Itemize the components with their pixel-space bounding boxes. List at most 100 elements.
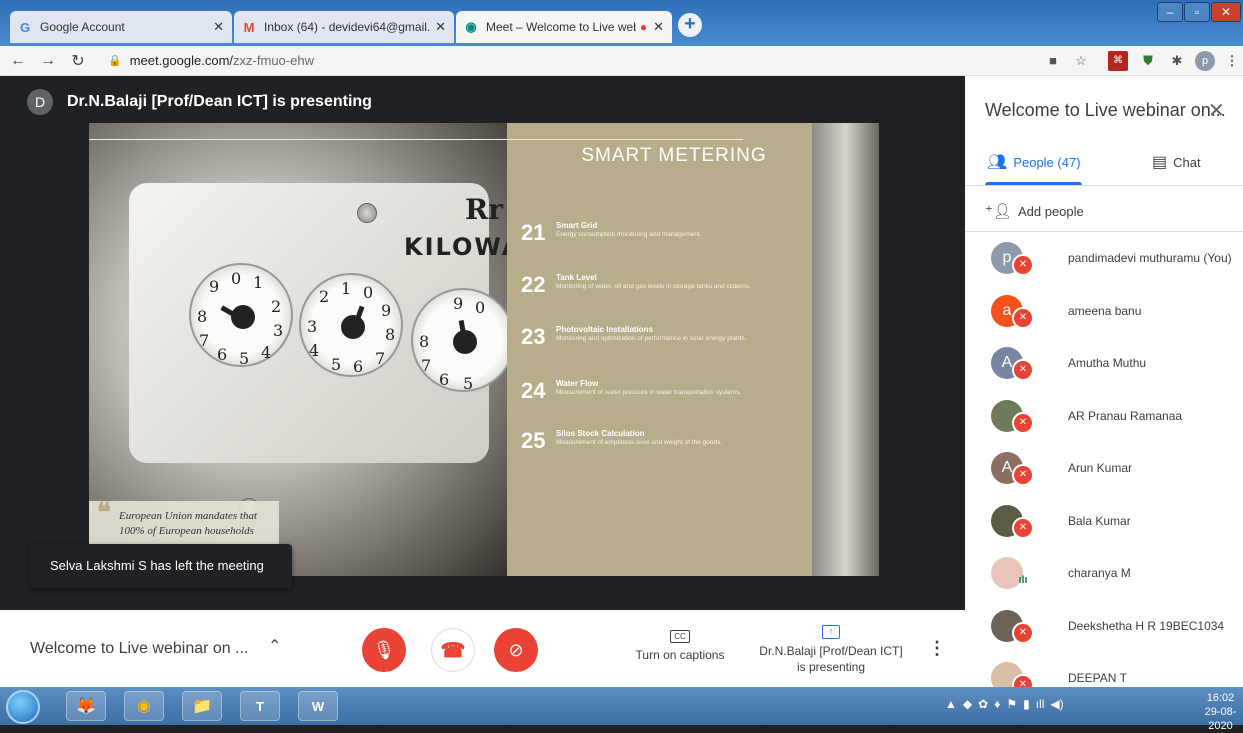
participant-row[interactable]: p ✕ pandimadevi muthuramu (You) bbox=[965, 234, 1243, 286]
participant-row[interactable]: A ✕ Amutha Muthu bbox=[965, 339, 1243, 391]
meet-icon: ◉ bbox=[465, 19, 477, 34]
slide-title: SMART METERING bbox=[581, 145, 767, 166]
participant-name: AR Pranau Ramanaa bbox=[1068, 408, 1183, 423]
participant-row[interactable]: ✕ Bala Kumar bbox=[965, 497, 1243, 549]
participant-row[interactable]: ✕ Deekshetha H R 19BEC1034 bbox=[965, 602, 1243, 654]
speaking-icon: ıIı bbox=[1018, 574, 1028, 586]
mic-off-icon: ✕ bbox=[1012, 516, 1034, 539]
quote-text: European Union mandates that 100% of Eur… bbox=[119, 510, 257, 537]
participant-name: Arun Kumar bbox=[1068, 461, 1133, 475]
tab-inbox[interactable]: M Inbox (64) - devidevi64@gmail.c ✕ bbox=[234, 11, 454, 43]
clock-time: 16:02 bbox=[1206, 692, 1235, 704]
word-taskbar-icon[interactable]: W bbox=[298, 691, 338, 721]
start-button[interactable] bbox=[6, 690, 40, 724]
menu-icon[interactable]: ⋮ bbox=[1222, 51, 1242, 71]
add-person-icon: ⁺👤︎ bbox=[985, 203, 1012, 220]
pdf-extension-icon[interactable]: ⌘ bbox=[1108, 51, 1128, 71]
close-tab-icon[interactable]: ✕ bbox=[653, 19, 664, 35]
participant-row[interactable]: ıIı charanya M bbox=[965, 549, 1243, 601]
firefox-taskbar-icon[interactable]: 🦊 bbox=[66, 691, 106, 721]
system-tray: ▲ ◆ ✿ ♦ ⚑ ▮ ıll ◀) bbox=[945, 697, 1064, 711]
close-tab-icon[interactable]: ✕ bbox=[213, 19, 224, 35]
tray-icon[interactable]: ⚑ bbox=[1006, 697, 1017, 711]
captions-button[interactable]: CC Turn on captions bbox=[630, 628, 730, 662]
network-icon[interactable]: ▮ bbox=[1023, 697, 1030, 711]
participant-name: Bala Kumar bbox=[1068, 513, 1131, 528]
profile-avatar[interactable]: p bbox=[1195, 51, 1215, 71]
participant-row[interactable]: ✕ DEEPAN T bbox=[965, 654, 1243, 687]
shield-icon[interactable]: ⛊ bbox=[1138, 51, 1158, 71]
close-icon[interactable]: ✕ bbox=[1208, 98, 1225, 123]
presenting-button[interactable]: ↑ Dr.N.Balaji [Prof/Dean ICT] is present… bbox=[755, 622, 907, 675]
tab-people[interactable]: 👥︎ People (47) bbox=[987, 152, 1081, 172]
divider bbox=[965, 185, 1243, 186]
minimize-button[interactable]: – bbox=[1157, 2, 1183, 22]
extensions-icon[interactable]: ✱ bbox=[1167, 51, 1187, 71]
participant-row[interactable]: ✕ AR Pranau Ramanaa bbox=[965, 392, 1243, 444]
mic-off-icon: ✕ bbox=[1012, 621, 1034, 644]
slide-rule bbox=[89, 139, 743, 140]
file-explorer-taskbar-icon[interactable]: 📁 bbox=[182, 691, 222, 721]
tab-meet[interactable]: ◉ Meet – Welcome to Live web ● ✕ bbox=[456, 11, 672, 43]
captions-label: Turn on captions bbox=[635, 648, 725, 662]
screw-icon bbox=[357, 203, 377, 223]
hang-up-icon: ☎ bbox=[440, 639, 466, 662]
microphone-toggle-button[interactable]: 🎙︎ bbox=[362, 628, 406, 672]
tab-google-account[interactable]: G Google Account ✕ bbox=[10, 11, 232, 43]
add-people-button[interactable]: ⁺👤︎ Add people bbox=[985, 202, 1084, 220]
back-arrow-icon[interactable]: ← bbox=[6, 52, 30, 70]
slide-item-heading: Smart Grid bbox=[556, 221, 598, 230]
chat-icon: ▤ bbox=[1152, 154, 1168, 171]
side-panel: Welcome to Live webinar on... ✕ 👥︎ Peopl… bbox=[965, 76, 1243, 687]
slide-item-number: 22 bbox=[521, 272, 546, 297]
signal-icon[interactable]: ıll bbox=[1036, 697, 1045, 711]
slide-item-description: Energy consumption monitoring and manage… bbox=[556, 231, 702, 238]
slide-photo-edge bbox=[812, 123, 879, 576]
meter-dial: 90 8765 bbox=[411, 288, 515, 393]
participant-row[interactable]: a ✕ ameena banu bbox=[965, 287, 1243, 339]
url-field[interactable]: 🔒 meet.google.com/zxz-fmuo-ehw bbox=[108, 53, 314, 68]
tab-title: Meet – Welcome to Live web bbox=[486, 20, 636, 34]
quote-mark-icon: ❝ bbox=[97, 498, 111, 527]
chevron-up-icon[interactable]: ⌃ bbox=[268, 636, 281, 656]
slide-item: 25 Silos Stock Calculation Measurement of… bbox=[521, 429, 751, 453]
chrome-taskbar-icon[interactable]: ◉ bbox=[124, 691, 164, 721]
slide-item-number: 24 bbox=[521, 378, 546, 403]
taskbar-clock[interactable]: 16:02 29-08-2020 bbox=[1198, 691, 1243, 733]
star-icon[interactable]: ☆ bbox=[1071, 51, 1091, 71]
meter-dial: 210 345 6789 bbox=[299, 273, 403, 377]
people-tab-label: People (47) bbox=[1013, 154, 1081, 170]
tray-icon[interactable]: ▲ bbox=[945, 697, 957, 711]
participant-row[interactable]: A ✕ Arun Kumar bbox=[965, 444, 1243, 496]
new-tab-button[interactable]: + bbox=[678, 13, 702, 37]
close-tab-icon[interactable]: ✕ bbox=[435, 19, 446, 35]
slide-item-description: Monitoring and optimization of performan… bbox=[556, 335, 747, 342]
tray-icon[interactable]: ♦ bbox=[994, 697, 1000, 711]
presenter-bar: D Dr.N.Balaji [Prof/Dean ICT] is present… bbox=[27, 89, 372, 115]
forward-arrow-icon[interactable]: → bbox=[36, 52, 60, 70]
tray-icon[interactable]: ✿ bbox=[978, 697, 988, 711]
participant-name: ameena banu bbox=[1068, 303, 1142, 318]
slide-item: 21 Smart Grid Energy consumption monitori… bbox=[521, 221, 751, 245]
mic-off-icon: ✕ bbox=[1012, 464, 1034, 486]
reload-icon[interactable]: ↻ bbox=[66, 51, 90, 71]
close-window-button[interactable]: ✕ bbox=[1211, 2, 1241, 22]
url-domain: meet.google.com/ bbox=[129, 53, 234, 68]
maximize-button[interactable]: ▫ bbox=[1184, 2, 1210, 22]
volume-icon[interactable]: ◀) bbox=[1050, 697, 1063, 711]
mic-off-icon: ✕ bbox=[1012, 306, 1034, 329]
tray-icon[interactable]: ◆ bbox=[963, 697, 972, 711]
people-icon: 👥︎ bbox=[987, 154, 1008, 171]
presenting-line-2: is presenting bbox=[796, 660, 866, 674]
more-options-icon[interactable]: ⋮ bbox=[928, 638, 946, 659]
teams-taskbar-icon[interactable]: T bbox=[240, 691, 280, 721]
mic-off-icon: 🎙︎ bbox=[372, 639, 396, 660]
leave-call-button[interactable]: ☎ bbox=[431, 628, 475, 672]
windows-taskbar: 🦊 ◉ 📁 T W ▲ ◆ ✿ ♦ ⚑ ▮ ıll ◀) 16:02 29-08… bbox=[0, 687, 1243, 732]
camera-toggle-button[interactable]: ⊘ bbox=[494, 628, 538, 672]
camera-icon[interactable]: ■ bbox=[1043, 51, 1063, 71]
presentation-slide: Rr KILOWA 901 876 5432 210 345 6789 90 8… bbox=[89, 123, 879, 576]
tab-chat[interactable]: ▤ Chat bbox=[1152, 152, 1201, 172]
participant-name: charanya M bbox=[1068, 566, 1131, 580]
meeting-title[interactable]: Welcome to Live webinar on ... bbox=[30, 640, 248, 658]
